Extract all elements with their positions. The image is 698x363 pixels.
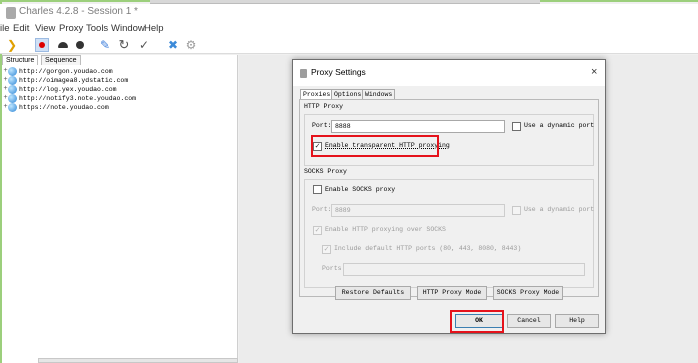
tree-item-url: http://gorgon.youdao.com: [19, 68, 113, 75]
tab-windows[interactable]: Windows: [362, 89, 396, 99]
check-icon[interactable]: ✓: [137, 38, 151, 52]
menu-help[interactable]: Help: [144, 23, 164, 34]
proxy-settings-dialog: Proxy Settings × Proxies Options Windows…: [292, 59, 606, 334]
globe-icon: [8, 67, 17, 76]
tree-item[interactable]: + http://log.yex.youdao.com: [2, 85, 202, 94]
tree-item[interactable]: + https://note.youdao.com: [2, 103, 202, 112]
tree-item[interactable]: + http://gorgon.youdao.com: [2, 67, 202, 76]
socks-proxy-mode-button[interactable]: SOCKS Proxy Mode: [493, 286, 563, 300]
window-title: Charles 4.2.8 - Session 1 *: [19, 6, 138, 17]
menu-window[interactable]: Window: [111, 23, 145, 34]
http-port-label: Port:: [312, 122, 332, 129]
tab-sequence[interactable]: Sequence: [41, 55, 81, 65]
tab-options[interactable]: Options: [331, 89, 365, 99]
http-over-socks-label: Enable HTTP proxying over SOCKS: [325, 226, 446, 233]
socks-dynamic-port-checkbox[interactable]: [512, 206, 521, 215]
dialog-title-bar: Proxy Settings ×: [293, 60, 605, 86]
enable-socks-label: Enable SOCKS proxy: [325, 186, 396, 193]
record-icon[interactable]: [35, 38, 49, 52]
http-dynamic-port-label: Use a dynamic port: [524, 122, 595, 129]
stop-icon[interactable]: [73, 38, 87, 52]
http-proxy-mode-button[interactable]: HTTP Proxy Mode: [417, 286, 487, 300]
menu-edit[interactable]: Edit: [13, 23, 29, 34]
cancel-button[interactable]: Cancel: [507, 314, 551, 328]
toolbar: ❯ ✎ ↻ ✓ ✖ ⚙: [0, 36, 698, 54]
proxies-tab-panel: HTTP Proxy Port: 8888 Use a dynamic port…: [299, 99, 599, 297]
http-port-input[interactable]: 8888: [331, 120, 505, 133]
tree-item-url: https://note.youdao.com: [19, 104, 109, 111]
tree-item-url: http://notify3.note.youdao.com: [19, 95, 137, 102]
dialog-app-icon: [300, 69, 307, 78]
horizontal-scrollbar[interactable]: [38, 358, 238, 363]
globe-icon: [8, 103, 17, 112]
close-icon[interactable]: ×: [591, 66, 597, 78]
enable-socks-checkbox[interactable]: [313, 185, 322, 194]
http-dynamic-port-checkbox[interactable]: [512, 122, 521, 131]
socks-port-label: Port:: [312, 206, 332, 213]
refresh-icon[interactable]: ↻: [117, 37, 131, 52]
pen-icon[interactable]: ✎: [98, 38, 112, 52]
socks-dynamic-port-label: Use a dynamic port: [524, 206, 595, 213]
tab-proxies[interactable]: Proxies: [300, 89, 334, 99]
broom-icon[interactable]: ❯: [5, 38, 19, 52]
structure-panel: Structure Sequence + http://gorgon.youda…: [2, 55, 238, 363]
menu-view[interactable]: View: [35, 23, 55, 34]
default-ports-checkbox[interactable]: ✓: [322, 245, 331, 254]
tree-item[interactable]: + http://oimagea8.ydstatic.com: [2, 76, 202, 85]
menu-file[interactable]: ile: [0, 23, 10, 34]
globe-icon: [8, 76, 17, 85]
dialog-title: Proxy Settings: [311, 67, 366, 77]
http-over-socks-checkbox[interactable]: ✓: [313, 226, 322, 235]
highlight-transparent-proxy: [311, 135, 439, 157]
menu-proxy[interactable]: Proxy: [59, 23, 83, 34]
app-icon: [6, 7, 16, 19]
tools-icon[interactable]: ✖: [166, 38, 180, 52]
menu-bar: ile Edit View Proxy Tools Window Help: [0, 22, 698, 36]
menu-tools[interactable]: Tools: [86, 23, 108, 34]
socks-proxy-group-title: SOCKS Proxy: [304, 168, 347, 175]
tab-structure[interactable]: Structure: [2, 55, 39, 65]
ports-label: Ports:: [322, 265, 346, 272]
highlight-ok-button: [450, 310, 504, 333]
throttle-icon[interactable]: [56, 38, 70, 52]
socks-port-input[interactable]: 8889: [331, 204, 505, 217]
globe-icon: [8, 94, 17, 103]
help-button[interactable]: Help: [555, 314, 599, 328]
tree-item[interactable]: + http://notify3.note.youdao.com: [2, 94, 202, 103]
gear-icon[interactable]: ⚙: [184, 38, 198, 52]
default-ports-label: Include default HTTP ports (80, 443, 808…: [334, 245, 522, 252]
tree-item-url: http://oimagea8.ydstatic.com: [19, 77, 129, 84]
restore-defaults-button[interactable]: Restore Defaults: [335, 286, 411, 300]
globe-icon: [8, 85, 17, 94]
http-proxy-group-title: HTTP Proxy: [304, 103, 344, 110]
title-bar: Charles 4.2.8 - Session 1 *: [0, 4, 698, 22]
tree-item-url: http://log.yex.youdao.com: [19, 86, 117, 93]
ports-input[interactable]: [343, 263, 585, 276]
